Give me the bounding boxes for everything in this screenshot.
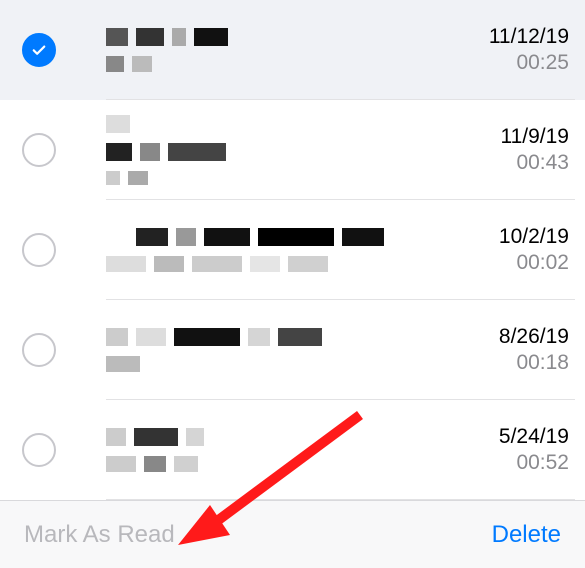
mark-as-read-button[interactable]: Mark As Read — [24, 521, 175, 549]
item-date: 10/2/19 — [455, 225, 569, 249]
item-content — [106, 28, 455, 72]
item-date: 5/24/19 — [455, 425, 569, 449]
list-item[interactable]: 10/2/19 00:02 — [0, 200, 585, 300]
item-meta: 10/2/19 00:02 — [455, 225, 585, 275]
item-date: 11/9/19 — [455, 125, 569, 149]
bottom-toolbar: Mark As Read Delete — [0, 500, 585, 568]
voicemail-list: 11/12/19 00:25 — [0, 0, 585, 500]
item-content — [106, 428, 455, 472]
select-checkbox[interactable] — [22, 233, 56, 267]
item-duration: 00:25 — [455, 51, 569, 75]
item-meta: 11/9/19 00:43 — [455, 125, 585, 175]
list-item[interactable]: 8/26/19 00:18 — [0, 300, 585, 400]
list-item[interactable]: 11/9/19 00:43 — [0, 100, 585, 200]
item-date: 8/26/19 — [455, 325, 569, 349]
item-content — [106, 228, 455, 272]
item-duration: 00:52 — [455, 451, 569, 475]
item-meta: 11/12/19 00:25 — [455, 25, 585, 75]
select-checkbox[interactable] — [22, 433, 56, 467]
checkmark-icon — [30, 41, 48, 59]
item-date: 11/12/19 — [455, 25, 569, 49]
list-item[interactable]: 11/12/19 00:25 — [0, 0, 585, 100]
item-meta: 8/26/19 00:18 — [455, 325, 585, 375]
select-checkbox[interactable] — [22, 33, 56, 67]
item-meta: 5/24/19 00:52 — [455, 425, 585, 475]
item-duration: 00:02 — [455, 251, 569, 275]
item-content — [106, 115, 455, 185]
item-content — [106, 328, 455, 372]
checkbox-wrap — [0, 233, 106, 267]
select-checkbox[interactable] — [22, 333, 56, 367]
delete-button[interactable]: Delete — [492, 521, 561, 549]
checkbox-wrap — [0, 433, 106, 467]
select-checkbox[interactable] — [22, 133, 56, 167]
list-item[interactable]: 5/24/19 00:52 — [0, 400, 585, 500]
checkbox-wrap — [0, 133, 106, 167]
checkbox-wrap — [0, 333, 106, 367]
checkbox-wrap — [0, 33, 106, 67]
item-duration: 00:18 — [455, 351, 569, 375]
item-duration: 00:43 — [455, 151, 569, 175]
